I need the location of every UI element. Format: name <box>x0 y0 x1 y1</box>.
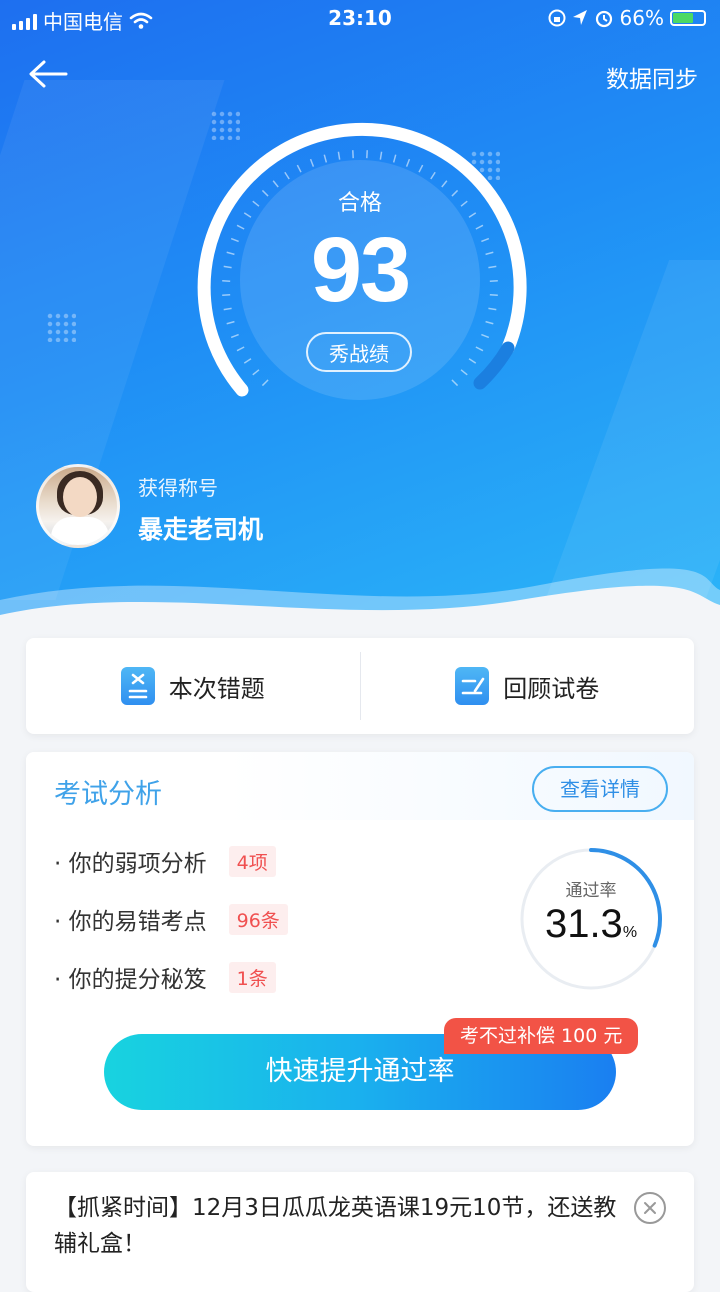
row-label: · 你的提分秘笈 <box>54 960 207 994</box>
back-arrow-icon[interactable] <box>26 58 70 90</box>
compensation-badge: 考不过补偿 100 元 <box>444 1018 638 1054</box>
status-bar: 中国电信 23:10 66% <box>0 0 720 36</box>
mistakes-label: 本次错题 <box>169 669 265 704</box>
pass-rate-unit: % <box>623 924 637 941</box>
pass-rate-label: 通过率 <box>516 876 666 901</box>
avatar <box>36 464 120 548</box>
pass-rate-number: 31.3 <box>545 902 623 946</box>
view-details-button[interactable]: 查看详情 <box>532 766 668 812</box>
review-label: 回顾试卷 <box>503 669 599 704</box>
title-name: 暴走老司机 <box>138 510 263 546</box>
row-label: · 你的易错考点 <box>54 902 207 936</box>
status-right: 66% <box>548 6 706 30</box>
mistakes-icon <box>121 667 155 705</box>
row-label: · 你的弱项分析 <box>54 844 207 878</box>
score-status: 合格 <box>0 185 720 217</box>
review-paper-button[interactable]: 回顾试卷 <box>361 638 695 734</box>
battery-percent: 66% <box>620 6 664 30</box>
row-tag[interactable]: 96条 <box>229 904 288 935</box>
share-score-button[interactable]: 秀战绩 <box>306 332 412 372</box>
mistakes-button[interactable]: 本次错题 <box>26 638 360 734</box>
tips-row[interactable]: · 你的提分秘笈 1条 <box>54 960 276 994</box>
location-icon <box>572 9 588 27</box>
weakness-row[interactable]: · 你的弱项分析 4项 <box>54 844 276 878</box>
error-points-row[interactable]: · 你的易错考点 96条 <box>54 902 288 936</box>
rotation-lock-icon <box>548 9 566 27</box>
title-label: 获得称号 <box>138 472 218 501</box>
score-value: 93 <box>0 218 720 323</box>
pass-rate-value: 31.3% <box>516 902 666 947</box>
alarm-icon <box>594 8 614 28</box>
exam-analysis-card: 考试分析 查看详情 · 你的弱项分析 4项 · 你的易错考点 96条 · 你的提… <box>26 752 694 1146</box>
action-card: 本次错题 回顾试卷 <box>26 638 694 734</box>
analysis-title: 考试分析 <box>54 772 162 811</box>
close-icon[interactable] <box>634 1192 666 1224</box>
promo-text: 【抓紧时间】12月3日瓜瓜龙英语课19元10节，还送教辅礼盒！ <box>54 1190 624 1262</box>
battery-icon <box>670 10 706 26</box>
data-sync-button[interactable]: 数据同步 <box>606 60 698 94</box>
row-tag[interactable]: 4项 <box>229 846 276 877</box>
promo-notice[interactable]: 【抓紧时间】12月3日瓜瓜龙英语课19元10节，还送教辅礼盒！ <box>26 1172 694 1292</box>
wave-divider <box>0 560 720 650</box>
row-tag[interactable]: 1条 <box>229 962 276 993</box>
review-icon <box>455 667 489 705</box>
